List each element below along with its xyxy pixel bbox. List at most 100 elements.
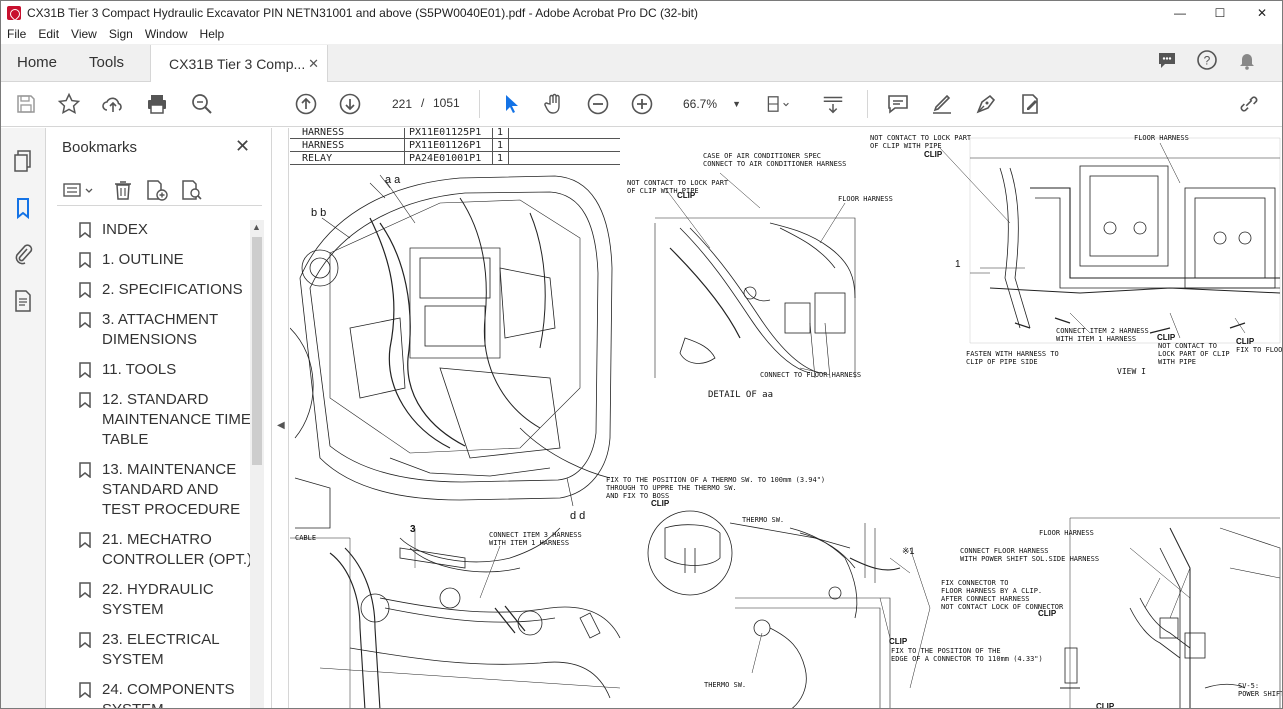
comment-icon[interactable] [886, 92, 910, 116]
label-view-i: VIEW I [1117, 367, 1146, 376]
help-icon[interactable]: ? [1196, 49, 1218, 76]
label-clip-view1b: CLIP [1236, 337, 1255, 346]
find-bookmark-icon[interactable] [180, 179, 204, 201]
tab-document[interactable]: CX31B Tier 3 Comp... ✕ [150, 45, 329, 82]
share-link-icon[interactable] [1237, 92, 1261, 116]
close-window-button[interactable]: ✕ [1240, 1, 1282, 24]
select-cursor-icon[interactable] [499, 92, 523, 116]
minimize-button[interactable]: — [1160, 1, 1200, 24]
scrollbar-thumb[interactable] [252, 237, 262, 465]
bookmark-item[interactable]: 24. COMPONENTS SYSTEM [47, 680, 257, 708]
bookmark-ribbon-icon [78, 462, 92, 479]
tab-close-icon[interactable]: ✕ [308, 56, 319, 72]
bookmark-label: 23. ELECTRICAL SYSTEM [102, 631, 219, 668]
label-fix-thermo: FIX TO THE POSITION OF A THERMO SW. TO 1… [606, 476, 826, 500]
acrobat-window: CX31B Tier 3 Compact Hydraulic Excavator… [0, 0, 1283, 709]
label-floor-harness-top: FLOOR HARNESS [1134, 134, 1189, 142]
zoom-in-icon[interactable] [630, 92, 654, 116]
page-number-input[interactable]: 221 [381, 93, 417, 115]
bookmarks-panel-icon[interactable] [11, 196, 35, 220]
document-properties-icon[interactable] [11, 289, 35, 313]
save-icon[interactable] [14, 92, 38, 116]
chevron-down-icon: ▼ [732, 99, 741, 109]
menu-window[interactable]: Window [139, 27, 194, 41]
upload-cloud-icon[interactable] [101, 92, 125, 116]
zoom-out-icon[interactable] [586, 92, 610, 116]
window-title: CX31B Tier 3 Compact Hydraulic Excavator… [27, 5, 698, 20]
zoom-level-select[interactable]: 66.7% ▼ [677, 93, 747, 115]
hand-tool-icon[interactable] [542, 92, 566, 116]
wiring-drawing [290, 137, 1281, 708]
page-display-icon[interactable] [766, 92, 790, 116]
menu-edit[interactable]: Edit [32, 27, 65, 41]
label-clip-1: CLIP [677, 191, 696, 200]
menu-view[interactable]: View [65, 27, 103, 41]
bookmark-ribbon-icon [78, 252, 92, 269]
bookmark-item[interactable]: 1. OUTLINE [47, 250, 257, 270]
bookmark-item[interactable]: 23. ELECTRICAL SYSTEM [47, 630, 257, 670]
comment-bubble-icon[interactable] [1156, 49, 1178, 76]
bookmark-item[interactable]: 11. TOOLS [47, 360, 257, 380]
bookmarks-panel-title: Bookmarks [62, 139, 138, 156]
collapse-arrow-icon: ◀ [277, 420, 285, 431]
attachments-paperclip-icon[interactable] [11, 242, 35, 266]
tab-tools[interactable]: Tools [73, 44, 140, 81]
bookmark-item[interactable]: 22. HYDRAULIC SYSTEM [47, 580, 257, 620]
tab-bar: Home Tools CX31B Tier 3 Comp... ✕ ? [1, 44, 1282, 82]
bookmark-item[interactable]: 21. MECHATRO CONTROLLER (OPT.) [47, 530, 257, 570]
delete-bookmark-icon[interactable] [112, 179, 134, 201]
label-dd: d d [570, 510, 586, 522]
maximize-button[interactable]: ☐ [1200, 1, 1240, 24]
bookmarks-panel: Bookmarks ✕ INDEX 1. OUTLINE 2. SPECIFICAT… [47, 128, 272, 708]
print-icon[interactable] [145, 92, 169, 116]
bookmark-ribbon-icon [78, 222, 92, 239]
label-clip-br-2: CLIP [1096, 702, 1115, 709]
previous-page-icon[interactable] [294, 92, 318, 116]
scroll-mode-icon[interactable] [821, 92, 845, 116]
label-thermo-sw-2: THERMO SW. [704, 681, 747, 689]
toolbar-divider [479, 90, 480, 118]
page-thumbnails-icon[interactable] [11, 149, 35, 173]
page-separator: / [421, 96, 425, 110]
label-fix-connector: FIX CONNECTOR TO FLOOR HARNESS BY A CLIP… [941, 579, 1064, 611]
new-bookmark-icon[interactable] [145, 179, 169, 201]
bookmark-label: 11. TOOLS [102, 361, 177, 378]
acrobat-logo-icon [7, 5, 21, 20]
bookmarks-scrollbar[interactable]: ▲ [250, 220, 264, 708]
bookmark-item[interactable]: 13. MAINTENANCE STANDARD AND TEST PROCED… [47, 460, 257, 520]
label-clip-view1: CLIP [1157, 333, 1176, 342]
tab-home[interactable]: Home [1, 44, 73, 81]
bookmark-options-icon[interactable] [61, 179, 95, 201]
bookmark-label: 22. HYDRAULIC SYSTEM [102, 581, 214, 618]
next-page-icon[interactable] [338, 92, 362, 116]
scroll-up-arrow-icon[interactable]: ▲ [252, 222, 261, 232]
bookmark-ribbon-icon [78, 532, 92, 549]
notifications-bell-icon[interactable] [1236, 49, 1258, 76]
label-connect-item2: CONNECT ITEM 2 HARNESS WITH ITEM 1 HARNE… [1056, 327, 1149, 343]
label-note-1: ※1 [902, 546, 915, 556]
label-clip-bottom: CLIP [889, 637, 908, 646]
bookmark-item[interactable]: INDEX [47, 220, 257, 240]
panel-collapse-handle[interactable]: ◀ [273, 128, 289, 708]
bookmark-item[interactable]: 3. ATTACHMENT DIMENSIONS [47, 310, 257, 350]
sign-pen-icon[interactable] [974, 92, 998, 116]
bookmark-label: 12. STANDARD MAINTENANCE TIME TABLE [102, 391, 251, 448]
document-view[interactable]: HARNESS PX11E01125P1 1 HARNESS PX11E01126P1 1… [290, 128, 1283, 709]
label-floor-harness-1: FLOOR HARNESS [838, 195, 893, 203]
bookmark-item[interactable]: 2. SPECIFICATIONS [47, 280, 257, 300]
close-panel-icon[interactable]: ✕ [235, 136, 250, 157]
label-item-3: 3 [410, 524, 416, 535]
bookmark-label: 13. MAINTENANCE STANDARD AND TEST PROCED… [102, 461, 241, 518]
bookmark-item[interactable]: 12. STANDARD MAINTENANCE TIME TABLE [47, 390, 257, 450]
label-clip-top: CLIP [924, 150, 943, 159]
menu-sign[interactable]: Sign [103, 27, 139, 41]
menu-file[interactable]: File [1, 27, 32, 41]
fill-sign-icon[interactable] [1018, 92, 1042, 116]
bookmarks-toolbar [57, 176, 262, 206]
label-fix-floor: FIX TO FLOO [1236, 346, 1283, 354]
menu-help[interactable]: Help [194, 27, 231, 41]
bookmark-label: 24. COMPONENTS SYSTEM [102, 681, 235, 708]
search-zoom-icon[interactable] [190, 92, 214, 116]
highlight-pen-icon[interactable] [930, 92, 954, 116]
bookmark-star-icon[interactable] [57, 92, 81, 116]
